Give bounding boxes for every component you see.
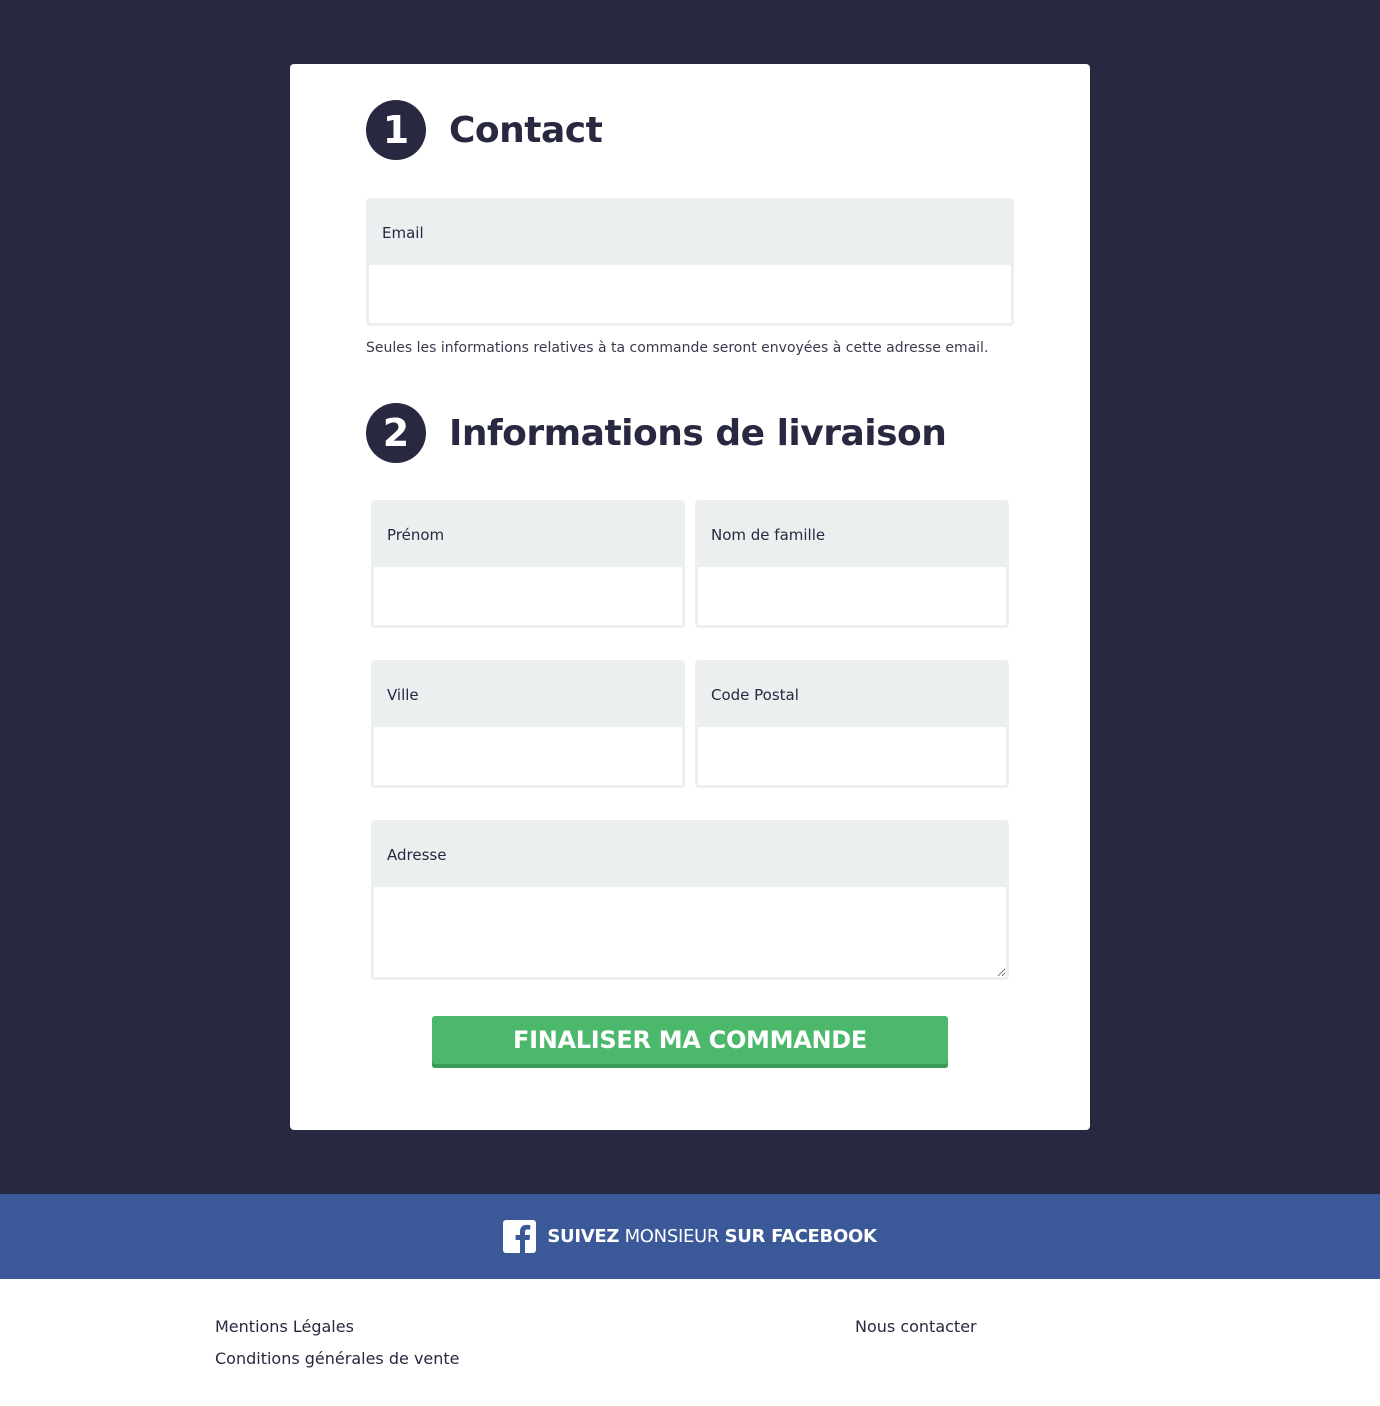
- facebook-follow-link[interactable]: SUIVEZ MONSIEUR SUR FACEBOOK: [503, 1220, 877, 1253]
- address-textarea[interactable]: [374, 887, 1006, 977]
- shipping-title: Informations de livraison: [449, 412, 947, 454]
- contact-us-link[interactable]: Nous contacter: [855, 1317, 977, 1336]
- first-name-field: Prénom: [371, 500, 685, 628]
- contact-section-header: 1 Contact: [366, 100, 603, 160]
- step-1-badge: 1: [366, 100, 426, 160]
- step-2-badge: 2: [366, 403, 426, 463]
- city-label: Ville: [374, 663, 682, 727]
- terms-of-sale-link[interactable]: Conditions générales de vente: [215, 1349, 460, 1368]
- email-input[interactable]: [369, 265, 1011, 323]
- postal-code-label: Code Postal: [698, 663, 1006, 727]
- facebook-text-sur-facebook: SUR FACEBOOK: [724, 1226, 877, 1247]
- address-label: Adresse: [374, 823, 1006, 887]
- first-name-label: Prénom: [374, 503, 682, 567]
- email-label: Email: [369, 201, 1011, 265]
- address-field: Adresse: [371, 820, 1009, 980]
- facebook-text-monsieur: MONSIEUR: [624, 1226, 720, 1247]
- facebook-text-suivez: SUIVEZ: [547, 1226, 620, 1247]
- last-name-label: Nom de famille: [698, 503, 1006, 567]
- shipping-section-header: 2 Informations de livraison: [366, 403, 947, 463]
- postal-code-input[interactable]: [698, 727, 1006, 785]
- facebook-follow-text: SUIVEZ MONSIEUR SUR FACEBOOK: [547, 1226, 877, 1247]
- last-name-field: Nom de famille: [695, 500, 1009, 628]
- checkout-card: 1 Contact Email Seules les informations …: [290, 64, 1090, 1130]
- facebook-banner: SUIVEZ MONSIEUR SUR FACEBOOK: [0, 1194, 1380, 1279]
- first-name-input[interactable]: [374, 567, 682, 625]
- facebook-icon: [503, 1220, 537, 1253]
- email-field: Email: [366, 198, 1014, 326]
- postal-code-field: Code Postal: [695, 660, 1009, 788]
- contact-title: Contact: [449, 109, 603, 151]
- email-hint: Seules les informations relatives à ta c…: [366, 340, 989, 356]
- last-name-input[interactable]: [698, 567, 1006, 625]
- city-field: Ville: [371, 660, 685, 788]
- legal-notice-link[interactable]: Mentions Légales: [215, 1317, 354, 1336]
- footer: Mentions Légales Conditions générales de…: [0, 1279, 1380, 1406]
- city-input[interactable]: [374, 727, 682, 785]
- finalize-order-button[interactable]: FINALISER MA COMMANDE: [432, 1016, 948, 1068]
